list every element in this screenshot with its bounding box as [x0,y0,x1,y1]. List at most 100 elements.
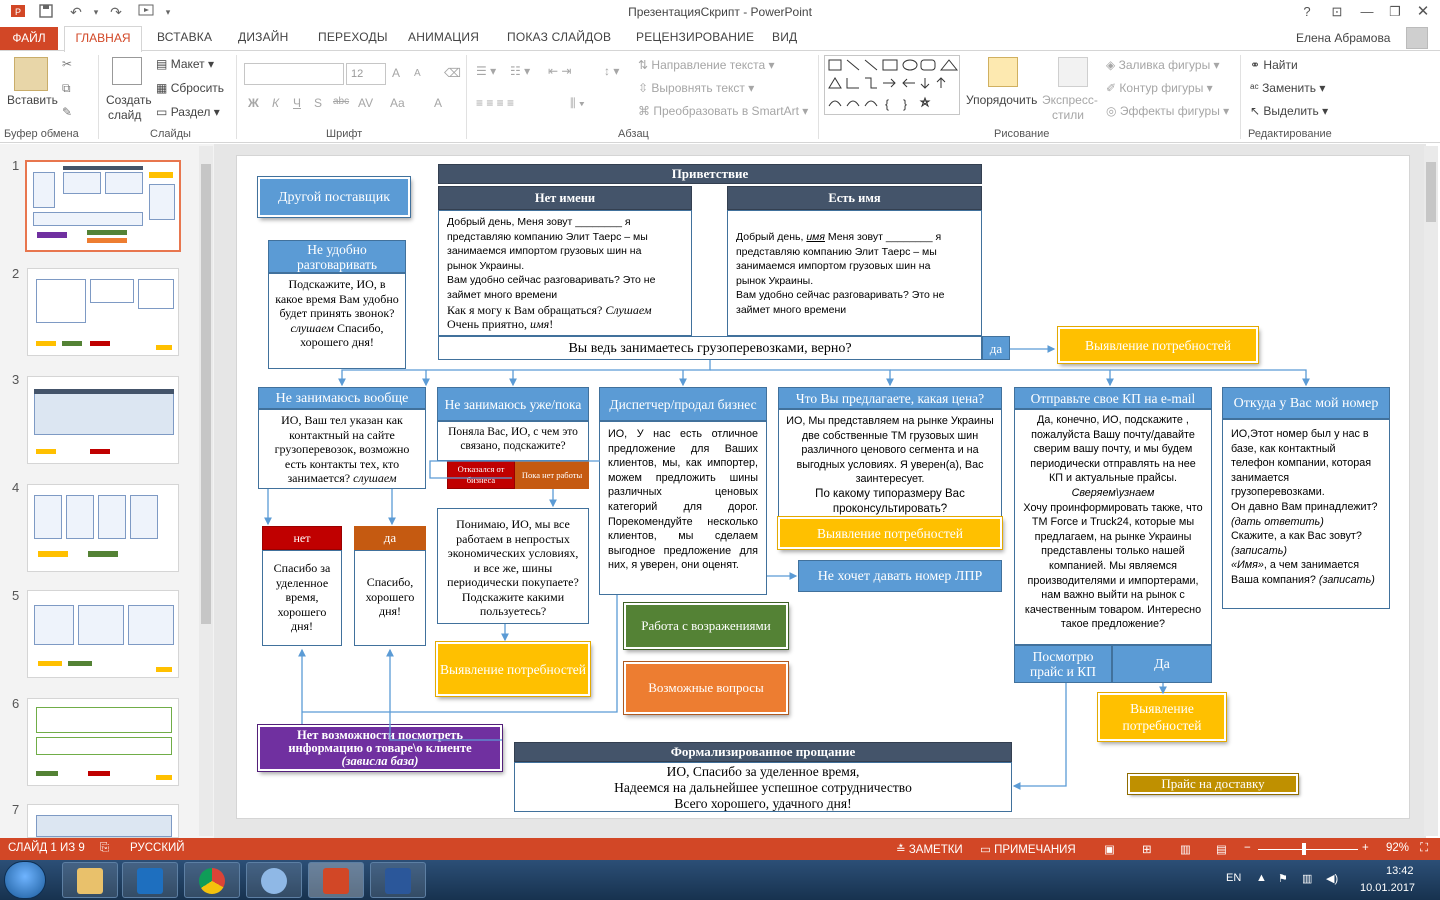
where-number-text[interactable]: ИО,Этот номер был у нас в базе, как конт… [1222,419,1390,609]
indent-icons[interactable]: ⇤ ⇥ [548,64,571,78]
customize-qat-icon[interactable]: ▾ [158,3,178,21]
start-button[interactable] [4,861,46,899]
new-slide-label-2[interactable]: слайд [108,108,141,122]
possible-questions-box[interactable]: Возможные вопросы [623,661,789,715]
shape-fill-button[interactable]: ◈ Заливка фигуры ▾ [1106,58,1220,72]
columns-icon[interactable]: ⫼ ▾ [570,96,585,111]
slide-thumbnail-1[interactable] [25,160,181,252]
zoom-level[interactable]: 92% [1386,842,1409,854]
tab-animations[interactable]: АНИМАЦИЯ [408,30,479,44]
taskbar-powerpoint[interactable] [308,862,364,898]
scroll-thumb[interactable] [201,164,211,624]
understand-text[interactable]: Понимаю, ИО, мы все работаем в непростых… [437,508,589,624]
input-language[interactable]: EN [1226,872,1241,884]
smartart-button[interactable]: ⌘ Преобразовать в SmartArt ▾ [638,104,808,118]
yes-text[interactable]: Спасибо, хорошего дня! [354,550,426,646]
select-button[interactable]: ↖ Выделить ▾ [1250,104,1328,118]
quick-styles-label-2[interactable]: стили [1052,108,1084,122]
align-text-button[interactable]: ⇳ Выровнять текст ▾ [638,81,754,95]
quick-styles-label-1[interactable]: Экспресс- [1042,93,1098,107]
arrange-button[interactable]: Упорядочить [966,93,1037,107]
redo-icon[interactable]: ↷ [106,3,126,21]
char-spacing-button[interactable]: AV [358,96,373,110]
scroll-thumb[interactable] [1426,162,1436,222]
network-icon[interactable]: ▥ [1302,872,1312,885]
objections-box[interactable]: Работа с возражениями [623,602,789,650]
tab-review[interactable]: РЕЦЕНЗИРОВАНИЕ [636,30,754,44]
needs-box-3[interactable]: Выявление потребностей [777,516,1003,550]
not-at-all-header[interactable]: Не занимаюсь вообще [258,387,426,409]
flag-icon[interactable]: ⚑ [1278,872,1288,885]
comments-button[interactable]: ▭ ПРИМЕЧАНИЯ [980,842,1076,856]
section-button[interactable]: ▭ Раздел ▾ [156,105,220,119]
fit-slide-icon[interactable]: ⛶ [1420,842,1428,855]
clear-format-icon[interactable]: ⌫ [444,66,461,80]
zoom-in-icon[interactable]: + [1362,842,1369,854]
send-kp-header[interactable]: Отправьте свое КП на e-mail [1014,387,1212,409]
taskbar-chrome[interactable] [184,862,240,898]
undo-icon[interactable]: ↶ [66,3,86,21]
what-offer-header[interactable]: Что Вы предлагаете, какая цена? [778,387,1002,409]
strikethrough-button[interactable]: abc [333,96,349,107]
shape-outline-button[interactable]: ✐ Контур фигуры ▾ [1106,81,1213,95]
tab-insert[interactable]: ВСТАВКА [157,30,212,44]
taskbar-explorer[interactable] [62,862,118,898]
change-case-button[interactable]: Aa [390,96,405,110]
send-kp-text[interactable]: Да, конечно, ИО, подскажите , пожалуйста… [1014,409,1212,645]
no-button[interactable]: нет [262,526,342,550]
not-anymore-header[interactable]: Не занимаюсь уже/пока [437,387,589,421]
text-direction-button[interactable]: ⇅ Направление текста ▾ [638,58,775,72]
slide-counter[interactable]: СЛАЙД 1 ИЗ 9 [8,842,85,854]
font-color-button[interactable]: A [434,96,442,110]
clock-time[interactable]: 13:42 [1386,865,1414,877]
question-box[interactable]: Вы ведь занимаетесь грузоперевозками, ве… [438,336,982,360]
volume-icon[interactable]: ◀) [1326,872,1338,885]
tab-home[interactable]: ГЛАВНАЯ [64,26,142,52]
start-show-icon[interactable] [136,3,156,21]
font-name-box[interactable] [244,63,344,85]
no-work-box[interactable]: Пока нет работы [515,461,589,489]
reset-button[interactable]: ▦ Сбросить [156,81,224,95]
line-spacing-icon[interactable]: ↕ ▾ [604,64,619,78]
greeting-header[interactable]: Приветствие [438,164,982,184]
app-icon[interactable]: P [8,3,28,21]
taskbar-app[interactable] [122,862,178,898]
what-offer-text[interactable]: ИО, Мы представляем на рынке Украины две… [778,409,1002,517]
find-button[interactable]: ⚭ Найти [1250,58,1298,72]
tab-slideshow[interactable]: ПОКАЗ СЛАЙДОВ [507,30,611,44]
farewell-text[interactable]: ИО, Спасибо за уделенное время, Надеемся… [514,762,1012,812]
tab-view[interactable]: ВИД [772,30,797,44]
grow-font-icon[interactable]: A [392,66,400,80]
has-name-text[interactable]: Добрый день, имя Меня зовут ________ я п… [727,210,982,336]
slide-thumbnail-4[interactable] [27,484,179,572]
yes-label[interactable]: да [982,336,1010,360]
yes-cap-box[interactable]: Да [1112,645,1212,683]
new-slide-icon[interactable] [112,57,142,85]
no-text[interactable]: Спасибо за уделенное время, хорошего дня… [262,550,342,646]
clock-date[interactable]: 10.01.2017 [1360,882,1415,894]
thumbnails-scrollbar[interactable] [199,146,213,836]
inconvenient-header[interactable]: Не удобно разговаривать [268,240,406,273]
tab-transitions[interactable]: ПЕРЕХОДЫ [318,30,388,44]
no-name-text[interactable]: Добрый день, Меня зовут ________ я предс… [438,210,692,336]
farewell-header[interactable]: Формализированное прощание [514,742,1012,762]
shadow-button[interactable]: S [314,96,322,110]
shrink-font-icon[interactable]: A [414,68,421,79]
underline-button[interactable]: Ч [293,96,301,110]
will-look-box[interactable]: Посмотрю прайс и КП [1014,645,1112,683]
zoom-out-icon[interactable]: − [1244,842,1251,854]
italic-button[interactable]: К [272,96,279,110]
yes-button[interactable]: да [354,526,426,550]
inconvenient-text[interactable]: Подскажите, ИО, в какое время Вам удобно… [268,273,406,369]
no-name-header[interactable]: Нет имени [438,186,692,210]
help-button[interactable]: ? [1296,3,1318,21]
dispatcher-text[interactable]: ИО, У нас есть отличное предложение для … [599,421,767,595]
not-anymore-text[interactable]: Поняла Вас, ИО, с чем это связано, подск… [437,421,589,461]
sorter-view-icon[interactable]: ⊞ [1142,842,1152,856]
format-painter-icon[interactable]: ✎ [62,105,72,119]
paste-button[interactable]: Вставить [7,93,58,107]
canvas-scrollbar[interactable] [1424,146,1438,836]
quick-styles-icon[interactable] [1058,57,1088,87]
spelling-icon[interactable]: ⎘ [100,842,109,855]
where-number-header[interactable]: Откуда у Вас мой номер [1222,387,1390,419]
